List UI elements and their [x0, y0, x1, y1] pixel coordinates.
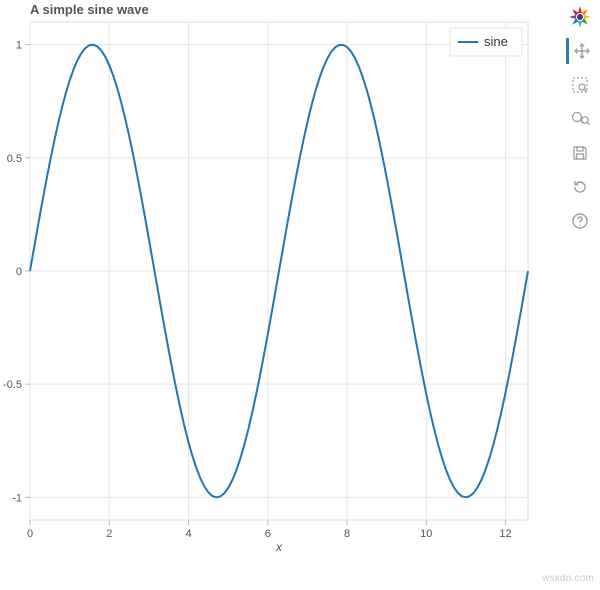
legend[interactable]: sine [450, 28, 522, 56]
box-zoom-tool-button[interactable] [566, 72, 594, 98]
x-tick-label: 8 [344, 528, 350, 540]
plot-svg[interactable]: A simple sine wave 024681012-1-0.500.51 … [0, 0, 555, 555]
save-tool-button[interactable] [566, 140, 594, 166]
x-tick-label: 4 [185, 528, 191, 540]
x-tick-label: 2 [106, 528, 112, 540]
help-tool-button[interactable] [566, 208, 594, 234]
plot-container: A simple sine wave 024681012-1-0.500.51 … [0, 0, 555, 555]
y-tick-label: 0.5 [7, 153, 22, 165]
pan-tool-button[interactable] [566, 38, 594, 64]
x-tick-label: 12 [499, 528, 511, 540]
y-tick-label: 0 [16, 266, 22, 278]
x-tick-label: 0 [27, 528, 33, 540]
x-tick-label: 10 [420, 528, 432, 540]
y-tick-label: -1 [12, 492, 22, 504]
x-tick-label: 6 [265, 528, 271, 540]
x-axis-label: x [275, 540, 283, 554]
watermark-text: wsxdn.com [542, 573, 594, 584]
bokeh-logo-icon [567, 4, 593, 30]
legend-item-label: sine [484, 34, 508, 49]
wheel-zoom-tool-button[interactable] [566, 106, 594, 132]
reset-tool-button[interactable] [566, 174, 594, 200]
chart-title: A simple sine wave [30, 2, 149, 17]
y-tick-label: -0.5 [3, 379, 22, 391]
plot-toolbar [560, 4, 600, 234]
y-tick-label: 1 [16, 40, 22, 52]
